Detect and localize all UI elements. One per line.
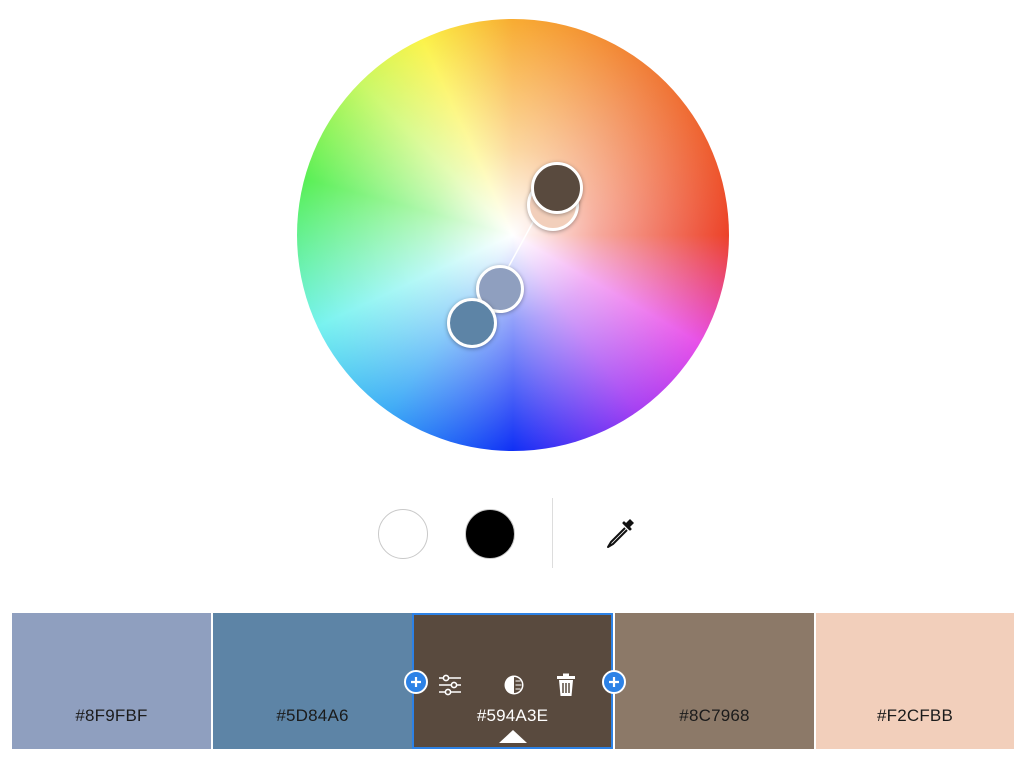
palette-swatch-2[interactable]: #5D84A6 [211, 613, 412, 749]
palette-swatch-5[interactable]: #F2CFBB [814, 613, 1014, 749]
palette-swatch-1[interactable]: #8F9FBF [12, 613, 211, 749]
white-base-button[interactable] [378, 509, 428, 559]
add-color-right-button[interactable] [602, 670, 626, 694]
plus-icon [411, 677, 421, 687]
palette-strip: #8F9FBF #5D84A6 #594A3E #8C7968 #F2CFBB [12, 613, 1014, 749]
swatch-toolbar [414, 672, 611, 698]
controls-divider [552, 498, 553, 568]
swatch-hex-label[interactable]: #8C7968 [615, 706, 814, 726]
handle-5d84a6[interactable] [447, 298, 497, 348]
sliders-icon[interactable] [437, 672, 463, 698]
handle-594a3e[interactable] [531, 162, 583, 214]
palette-swatch-4[interactable]: #8C7968 [613, 613, 814, 749]
add-color-left-button[interactable] [404, 670, 428, 694]
swatch-hex-label[interactable]: #5D84A6 [213, 706, 412, 726]
plus-icon [609, 677, 619, 687]
selected-caret-icon [498, 730, 527, 743]
swatch-hex-label[interactable]: #8F9FBF [12, 706, 211, 726]
eyedropper-icon[interactable] [603, 516, 637, 550]
color-wheel[interactable] [297, 19, 729, 451]
swatch-hex-label[interactable]: #F2CFBB [816, 706, 1014, 726]
black-base-button[interactable] [465, 509, 515, 559]
palette-swatch-3-selected[interactable]: #594A3E [412, 613, 613, 749]
contrast-icon[interactable] [501, 672, 527, 698]
swatch-hex-label[interactable]: #594A3E [414, 706, 611, 726]
trash-icon[interactable] [553, 672, 579, 698]
